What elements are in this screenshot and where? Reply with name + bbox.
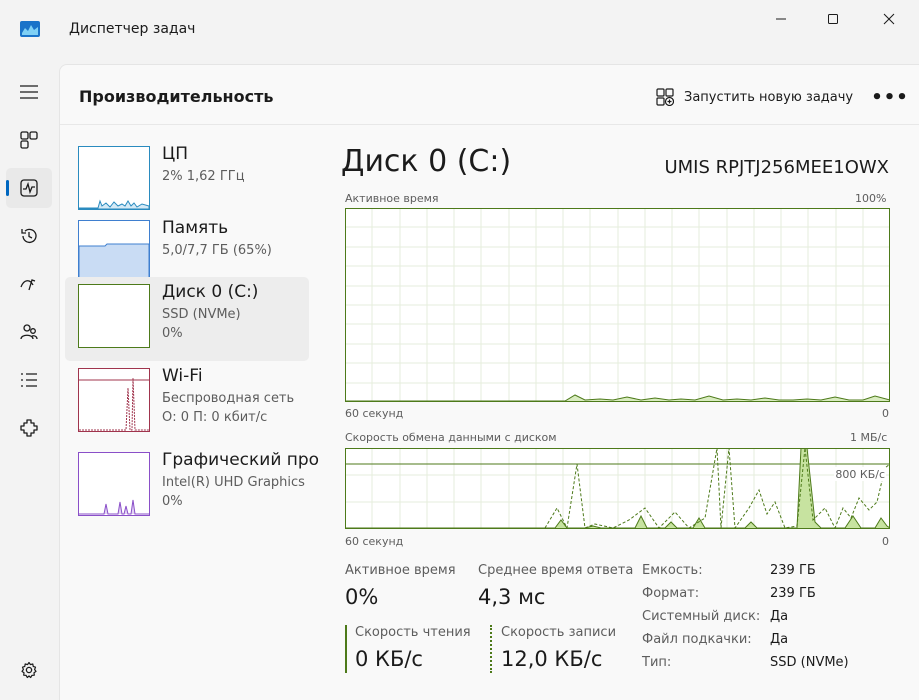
resource-name: Графический про bbox=[162, 450, 320, 470]
maximize-icon bbox=[828, 14, 838, 24]
resource-sub2: 0% bbox=[162, 326, 183, 341]
hamburger-icon bbox=[20, 85, 38, 99]
close-button[interactable] bbox=[866, 8, 912, 30]
maximize-button[interactable] bbox=[810, 8, 856, 30]
minimize-button[interactable] bbox=[758, 8, 804, 30]
details-icon bbox=[21, 373, 37, 387]
memory-thumbnail bbox=[78, 220, 150, 284]
nav-users[interactable] bbox=[6, 312, 52, 352]
transfer-graph-mid: 800 КБ/с bbox=[835, 468, 885, 481]
hamburger-menu-button[interactable] bbox=[6, 72, 52, 112]
prop-system-disk-key: Системный диск: bbox=[642, 609, 761, 624]
content-panel: Производительность Запустить новую задач… bbox=[59, 64, 919, 700]
more-options-button[interactable]: ••• bbox=[871, 81, 908, 113]
resource-sub1: 2% 1,62 ГГц bbox=[162, 169, 245, 184]
active-time-graph-min: 0 bbox=[882, 407, 889, 420]
prop-pagefile-key: Файл подкачки: bbox=[642, 632, 752, 647]
close-icon bbox=[883, 13, 895, 25]
disk-model: UMIS RPJTJ256MEE1OWX bbox=[664, 157, 889, 178]
app-history-icon bbox=[21, 228, 37, 244]
wifi-thumbnail bbox=[78, 368, 150, 432]
page-header: Производительность Запустить новую задач… bbox=[60, 65, 919, 125]
gpu-thumbnail bbox=[78, 452, 150, 516]
active-time-value: 0% bbox=[345, 585, 379, 609]
users-icon bbox=[20, 324, 38, 340]
write-speed-label: Скорость записи bbox=[501, 625, 617, 640]
resource-name: Память bbox=[162, 218, 229, 238]
settings-icon bbox=[21, 661, 37, 679]
navigation-rail bbox=[0, 64, 59, 700]
active-time-graph-span: 60 секунд bbox=[345, 407, 404, 420]
prop-format-value: 239 ГБ bbox=[770, 586, 816, 601]
active-time-grid bbox=[345, 208, 890, 402]
nav-services[interactable] bbox=[6, 408, 52, 448]
active-time-label: Активное время bbox=[345, 563, 456, 578]
response-time-value: 4,3 мс bbox=[478, 585, 546, 609]
minimize-icon bbox=[776, 18, 786, 20]
resource-wifi[interactable]: Wi-Fi Беспроводная сеть О: 0 П: 0 кбит/с bbox=[65, 361, 309, 445]
run-task-label: Запустить новую задачу bbox=[684, 89, 854, 105]
nav-performance[interactable] bbox=[6, 168, 52, 208]
run-task-icon bbox=[656, 88, 674, 106]
write-speed-value: 12,0 КБ/с bbox=[501, 647, 603, 671]
page-title: Производительность bbox=[79, 87, 274, 106]
resource-sub1: 5,0/7,7 ГБ (65%) bbox=[162, 243, 272, 258]
task-manager-icon bbox=[20, 21, 40, 37]
nav-app-history[interactable] bbox=[6, 216, 52, 256]
processes-icon bbox=[20, 131, 38, 149]
read-speed-value: 0 КБ/с bbox=[355, 647, 423, 671]
resource-gpu[interactable]: Графический про Intel(R) UHD Graphics 0% bbox=[65, 445, 319, 529]
resource-sub1: Intel(R) UHD Graphics bbox=[162, 475, 305, 490]
startup-apps-icon bbox=[20, 279, 36, 291]
nav-details[interactable] bbox=[6, 360, 52, 400]
write-speed-marker bbox=[490, 625, 492, 673]
read-speed-marker bbox=[345, 625, 347, 673]
nav-startup-apps[interactable] bbox=[6, 264, 52, 304]
resource-name: ЦП bbox=[162, 144, 188, 164]
resource-sub2: О: 0 П: 0 кбит/с bbox=[162, 410, 268, 425]
active-time-graph-max: 100% bbox=[855, 192, 887, 205]
resource-sub1: Беспроводная сеть bbox=[162, 391, 295, 406]
nav-settings[interactable] bbox=[6, 650, 52, 690]
active-time-graph bbox=[345, 208, 890, 402]
resource-sub2: 0% bbox=[162, 494, 183, 509]
cpu-thumbnail bbox=[78, 146, 150, 210]
transfer-graph-span: 60 секунд bbox=[345, 535, 404, 548]
run-new-task-button[interactable]: Запустить новую задачу bbox=[650, 81, 859, 113]
transfer-graph-min: 0 bbox=[882, 535, 889, 548]
transfer-graph: 800 КБ/с bbox=[345, 448, 890, 529]
title-bar: Диспетчер задач bbox=[0, 0, 919, 64]
resource-cpu[interactable]: ЦП 2% 1,62 ГГц bbox=[65, 139, 309, 223]
prop-capacity-value: 239 ГБ bbox=[770, 563, 816, 578]
resource-name: Wi-Fi bbox=[162, 366, 203, 386]
nav-processes[interactable] bbox=[6, 120, 52, 160]
read-speed-label: Скорость чтения bbox=[355, 625, 471, 640]
window-title: Диспетчер задач bbox=[69, 21, 196, 37]
response-time-label: Среднее время ответа bbox=[478, 563, 634, 578]
resource-name: Диск 0 (C:) bbox=[162, 282, 259, 302]
disk-title: Диск 0 (C:) bbox=[341, 144, 512, 179]
transfer-graph-max: 1 МБ/с bbox=[850, 431, 888, 444]
prop-pagefile-value: Да bbox=[770, 632, 789, 647]
prop-capacity-key: Емкость: bbox=[642, 563, 703, 578]
resource-sub1: SSD (NVMe) bbox=[162, 307, 241, 322]
prop-type-key: Тип: bbox=[642, 655, 672, 670]
resource-disk0[interactable]: Диск 0 (C:) SSD (NVMe) 0% bbox=[65, 277, 309, 361]
services-icon bbox=[20, 419, 38, 437]
performance-icon bbox=[20, 179, 38, 197]
prop-system-disk-value: Да bbox=[770, 609, 789, 624]
prop-format-key: Формат: bbox=[642, 586, 700, 601]
prop-type-value: SSD (NVMe) bbox=[770, 655, 849, 670]
active-time-graph-label: Активное время bbox=[345, 192, 439, 205]
transfer-graph-label: Скорость обмена данными с диском bbox=[345, 431, 557, 444]
disk-thumbnail bbox=[78, 284, 150, 348]
